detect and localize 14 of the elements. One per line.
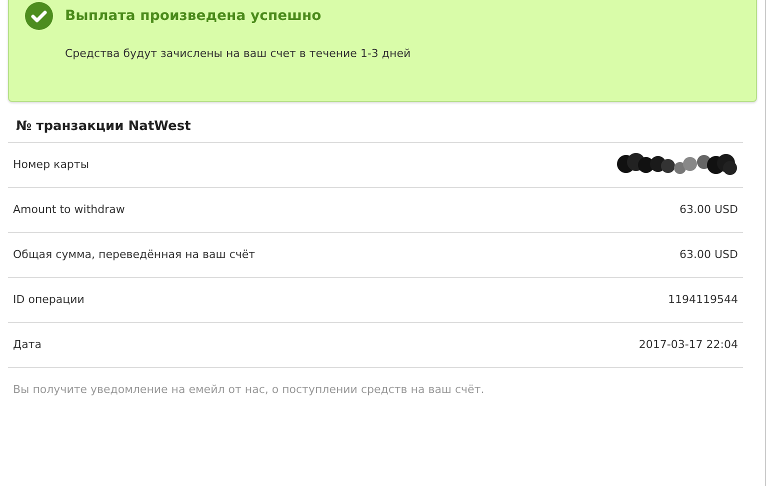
alert-message: Средства будут зачислены на ваш счет в течение 1-3 дней bbox=[65, 46, 412, 62]
field-label: Номер карты bbox=[13, 156, 90, 173]
field-value: 2017-03-17 22:04 bbox=[638, 336, 738, 353]
field-label: Общая сумма, переведённая на ваш счёт bbox=[13, 246, 256, 263]
field-value: 63.00 USD bbox=[680, 246, 738, 263]
field-value: 1194119544 bbox=[668, 292, 738, 308]
section-heading: № транзакции NatWest bbox=[15, 118, 192, 136]
check-icon bbox=[25, 2, 53, 30]
field-label: ID операции bbox=[13, 292, 84, 308]
field-value: 63.00 USD bbox=[680, 202, 738, 218]
field-label: Дата bbox=[13, 336, 42, 353]
footer-note: Вы получите уведомление на емейл от нас, о поступлении средств на ваш счёт. bbox=[12, 382, 486, 398]
field-label: Amount to withdraw bbox=[13, 202, 125, 218]
alert-title: Выплата произведена успешно bbox=[65, 6, 322, 26]
